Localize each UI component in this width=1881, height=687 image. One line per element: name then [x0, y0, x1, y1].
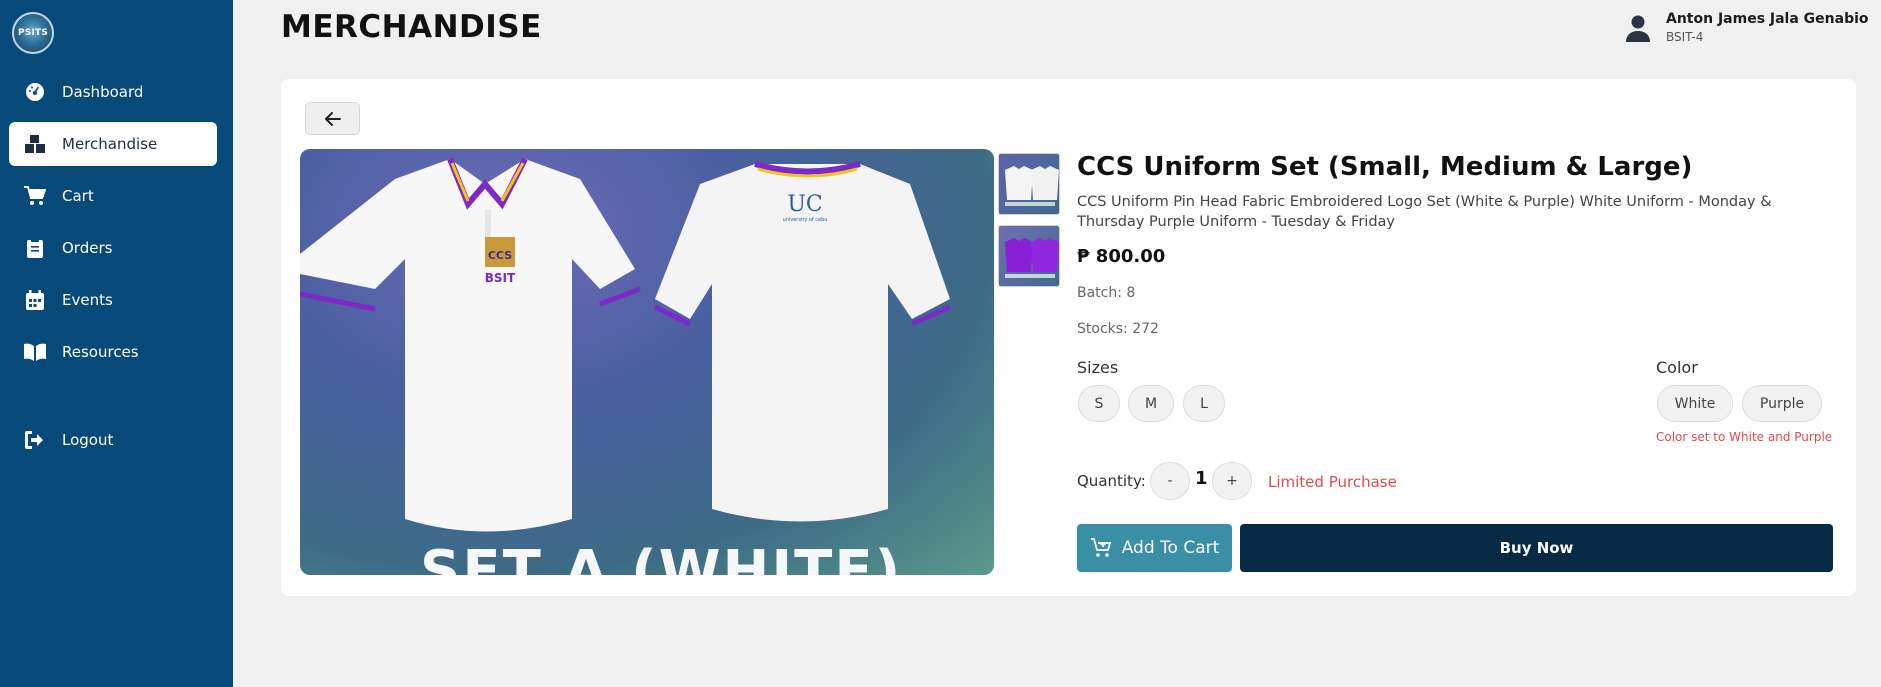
product-stocks: Stocks: 272 — [1077, 321, 1159, 337]
cart-icon — [24, 185, 46, 207]
calendar-icon — [24, 289, 46, 311]
product-title: CCS Uniform Set (Small, Medium & Large) — [1077, 152, 1693, 182]
cart-plus-icon — [1090, 538, 1111, 557]
size-option-m[interactable]: M — [1128, 385, 1174, 422]
sidebar-item-cart[interactable]: Cart — [9, 174, 217, 218]
sidebar-item-events[interactable]: Events — [9, 278, 217, 322]
quantity-increase-button[interactable]: + — [1212, 462, 1252, 500]
uniform-shirts-illustration: CCS BSIT UC university of cebu — [300, 157, 952, 532]
svg-text:CCS: CCS — [488, 249, 512, 262]
thumbnail-white-set[interactable] — [998, 153, 1060, 215]
thumbnail-purple-set[interactable] — [998, 225, 1060, 287]
sidebar-item-label: Events — [62, 291, 113, 309]
quantity-value: 1 — [1195, 468, 1208, 489]
sidebar-item-label: Cart — [62, 187, 94, 205]
product-batch: Batch: 8 — [1077, 285, 1136, 301]
sidebar-item-dashboard[interactable]: Dashboard — [9, 70, 217, 114]
add-to-cart-label: Add To Cart — [1121, 538, 1220, 558]
sizes-label: Sizes — [1077, 358, 1119, 377]
psits-logo[interactable]: PSITS — [12, 12, 54, 54]
arrow-left-icon — [324, 111, 341, 126]
purple-shirts-thumbnail-image — [1005, 238, 1059, 278]
sidebar-item-label: Dashboard — [62, 83, 144, 101]
sidebar-item-resources[interactable]: Resources — [9, 330, 217, 374]
sidebar-item-merchandise[interactable]: Merchandise — [9, 122, 217, 166]
logo-text: PSITS — [17, 28, 49, 38]
user-course: BSIT-4 — [1666, 30, 1704, 44]
quantity-label: Quantity: — [1077, 472, 1146, 490]
color-note: Color set to White and Purple — [1656, 430, 1833, 444]
svg-text:BSIT: BSIT — [485, 271, 516, 285]
clipboard-icon — [24, 237, 46, 259]
product-main-image[interactable]: CCS BSIT UC university of cebu SET A (WH… — [300, 149, 994, 575]
size-option-s[interactable]: S — [1078, 385, 1120, 422]
svg-text:university of cebu: university of cebu — [783, 217, 828, 223]
white-shirts-thumbnail-image — [1005, 166, 1059, 206]
sidebar-item-label: Resources — [62, 343, 139, 361]
user-name[interactable]: Anton James Jala Genabio — [1666, 11, 1869, 27]
product-price: ₱ 800.00 — [1077, 246, 1166, 267]
image-caption: SET A (WHITE) — [420, 539, 903, 575]
product-description: CCS Uniform Pin Head Fabric Embroidered … — [1077, 194, 1772, 230]
sidebar: PSITS Dashboard Merchandise Cart Orders … — [0, 0, 233, 687]
sidebar-item-orders[interactable]: Orders — [9, 226, 217, 270]
buy-now-button[interactable]: Buy Now — [1240, 524, 1833, 572]
page-title: MERCHANDISE — [281, 9, 542, 45]
color-label: Color — [1656, 358, 1698, 377]
back-button[interactable] — [305, 102, 360, 135]
logout-icon — [24, 429, 46, 451]
add-to-cart-button[interactable]: Add To Cart — [1077, 524, 1232, 572]
sidebar-item-label: Orders — [62, 239, 113, 257]
limited-purchase-note: Limited Purchase — [1268, 473, 1397, 491]
boxes-icon — [24, 133, 46, 155]
svg-text:UC: UC — [787, 192, 822, 217]
sidebar-item-label: Merchandise — [62, 135, 158, 153]
logout-button[interactable]: Logout — [9, 418, 217, 462]
sidebar-item-label: Logout — [62, 431, 114, 449]
book-icon — [24, 341, 46, 363]
user-icon — [1626, 15, 1650, 42]
size-option-l[interactable]: L — [1183, 385, 1225, 422]
color-option-purple[interactable]: Purple — [1742, 385, 1822, 422]
dashboard-gauge-icon — [24, 81, 46, 103]
color-option-white[interactable]: White — [1657, 385, 1733, 422]
quantity-decrease-button[interactable]: - — [1150, 462, 1190, 500]
